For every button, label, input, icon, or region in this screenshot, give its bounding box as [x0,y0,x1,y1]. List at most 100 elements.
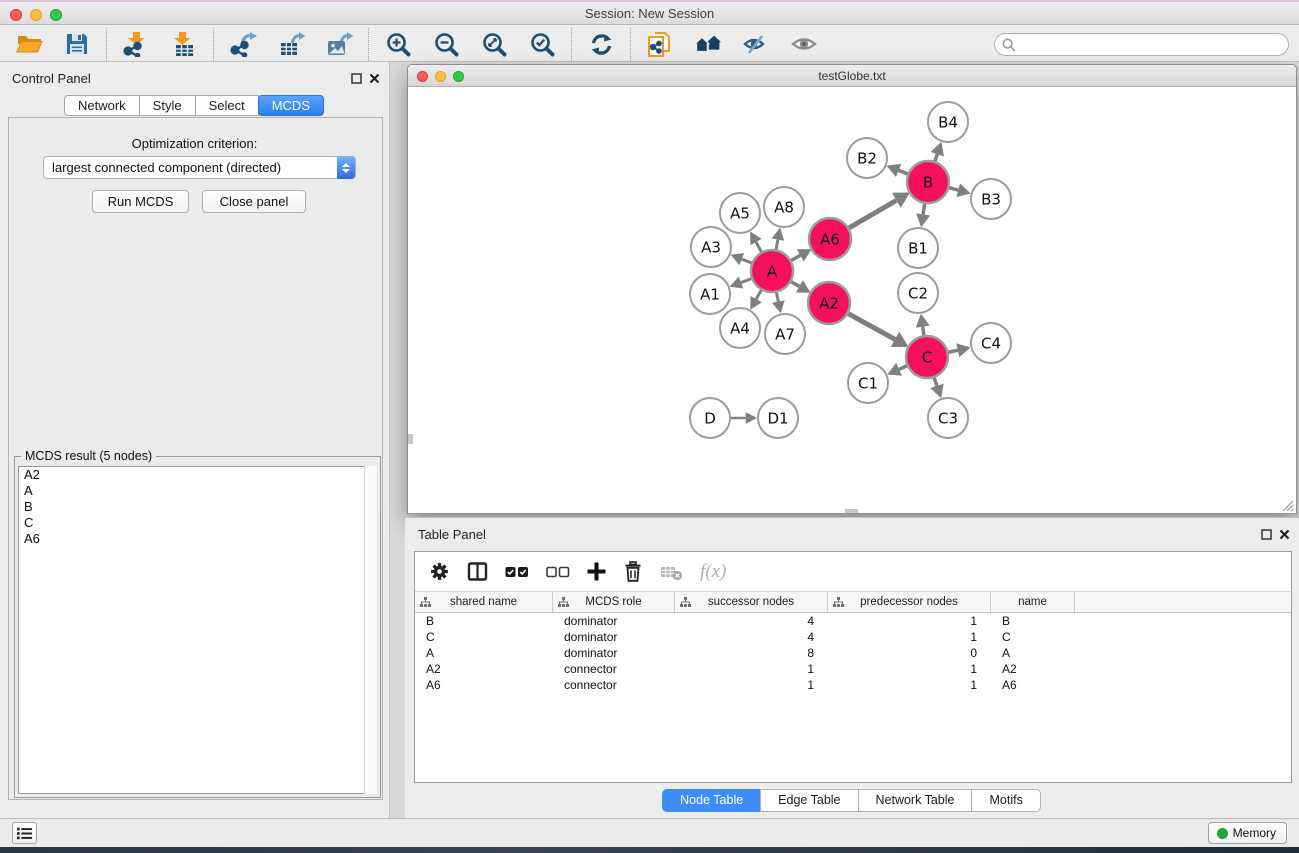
edge-C-C4[interactable] [948,350,958,352]
cell-successor-nodes[interactable]: 1 [675,661,828,677]
cell-successor-nodes[interactable]: 4 [675,629,828,645]
result-item[interactable]: A6 [19,531,376,547]
hide-details-button[interactable] [742,30,770,58]
birdseye-view-button[interactable] [790,30,818,58]
refresh-button[interactable] [587,30,615,58]
cell-predecessor-nodes[interactable]: 1 [828,629,991,645]
panel-splitter[interactable] [390,62,405,818]
edge-A-A8[interactable] [776,240,778,251]
cell-predecessor-nodes[interactable]: 1 [828,613,991,629]
zoom-in-button[interactable] [384,30,412,58]
column-header-shared-name[interactable]: shared name [415,592,553,612]
cell-name[interactable]: A6 [991,677,1075,693]
edge-C-C1[interactable] [899,365,908,369]
cell-successor-nodes[interactable]: 1 [675,677,828,693]
edge-A-A5[interactable] [756,242,762,253]
table-settings-button[interactable] [429,561,450,582]
column-header-MCDS-role[interactable]: MCDS role [553,592,675,612]
export-network-button[interactable] [229,30,257,58]
edge-A-A3[interactable] [742,259,753,263]
canvas-vscroll-hint[interactable] [408,434,413,444]
tab-style[interactable]: Style [139,95,196,116]
search-input[interactable] [994,33,1289,56]
edge-A-A6[interactable] [790,255,800,260]
tab-motifs[interactable]: Motifs [971,789,1040,812]
edge-A6-B[interactable] [848,200,896,228]
edge-B-B2[interactable] [899,170,909,174]
result-item[interactable]: B [19,499,376,515]
result-scrollbar[interactable] [364,466,377,794]
task-history-button[interactable] [12,822,37,844]
tab-node-table[interactable]: Node Table [662,789,761,812]
delete-columns-button[interactable] [623,561,643,582]
cell-shared-name[interactable]: C [415,629,553,645]
run-mcds-button[interactable]: Run MCDS [92,190,189,213]
export-table-button[interactable] [277,30,305,58]
cell-predecessor-nodes[interactable]: 0 [828,645,991,661]
column-header-name[interactable]: name [991,592,1075,612]
criterion-select[interactable]: largest connected component (directed) [43,156,356,179]
cell-successor-nodes[interactable]: 8 [675,645,828,661]
table-close-button[interactable] [1277,527,1291,541]
result-item[interactable]: A2 [19,467,376,483]
table-row[interactable]: A2connector11A2 [415,661,1291,677]
save-session-button[interactable] [63,30,91,58]
network-window-titlebar[interactable]: testGlobe.txt [408,65,1296,87]
home-panels-button[interactable] [694,30,722,58]
cell-MCDS-role[interactable]: connector [553,661,675,677]
table-row[interactable]: A6connector11A6 [415,677,1291,693]
result-item[interactable]: C [19,515,376,531]
network-canvas[interactable]: B4B2BB3A8A5A6A3B1AA1C2A2A4A7C4CC1C3DD1 [408,87,1296,514]
table-row[interactable]: Bdominator41B [415,613,1291,629]
close-panel-action-button[interactable]: Close panel [202,190,306,213]
zoom-fit-button[interactable] [480,30,508,58]
resize-grip-icon[interactable] [1281,499,1294,512]
canvas-hscroll-hint[interactable] [845,509,858,513]
edge-A-A7[interactable] [776,292,778,302]
table-row[interactable]: Cdominator41C [415,629,1291,645]
edge-A2-C[interactable] [847,313,895,339]
cell-predecessor-nodes[interactable]: 1 [828,661,991,677]
edge-C-C3[interactable] [934,377,937,386]
cell-successor-nodes[interactable]: 4 [675,613,828,629]
import-network-button[interactable] [122,30,150,58]
edge-B-B3[interactable] [948,187,958,190]
cell-MCDS-role[interactable]: dominator [553,645,675,661]
zoom-selected-button[interactable] [528,30,556,58]
cell-name[interactable]: A2 [991,661,1075,677]
export-image-button[interactable] [325,30,353,58]
cell-MCDS-role[interactable]: dominator [553,629,675,645]
cell-MCDS-role[interactable]: connector [553,677,675,693]
cell-shared-name[interactable]: A2 [415,661,553,677]
edge-A-A2[interactable] [790,281,799,286]
edge-C-C2[interactable] [923,327,924,337]
show-column-panel-button[interactable] [467,562,488,581]
unselect-all-columns-button[interactable] [546,566,570,578]
edge-A-A4[interactable] [756,289,762,299]
clone-network-button[interactable] [646,30,674,58]
create-column-button[interactable] [587,562,606,581]
float-panel-button[interactable] [349,71,363,85]
column-header-predecessor-nodes[interactable]: predecessor nodes [828,592,991,612]
cell-MCDS-role[interactable]: dominator [553,613,675,629]
select-all-columns-button[interactable] [505,566,529,578]
cell-shared-name[interactable]: B [415,613,553,629]
tab-network[interactable]: Network [64,95,140,116]
tab-network-table[interactable]: Network Table [858,789,973,812]
cell-name[interactable]: B [991,613,1075,629]
cell-shared-name[interactable]: A6 [415,677,553,693]
cell-shared-name[interactable]: A [415,645,553,661]
tab-edge-table[interactable]: Edge Table [760,789,858,812]
tab-mcds[interactable]: MCDS [258,95,324,116]
close-panel-button[interactable] [367,71,381,85]
cell-predecessor-nodes[interactable]: 1 [828,677,991,693]
edge-B-B1[interactable] [923,203,925,215]
tab-select[interactable]: Select [195,95,259,116]
open-session-button[interactable] [15,30,43,58]
result-item[interactable]: A [19,483,376,499]
network-graph[interactable]: B4B2BB3A8A5A6A3B1AA1C2A2A4A7C4CC1C3DD1 [408,87,1296,514]
memory-button[interactable]: Memory [1208,822,1287,844]
column-header-successor-nodes[interactable]: successor nodes [675,592,828,612]
zoom-out-button[interactable] [432,30,460,58]
table-float-button[interactable] [1259,527,1273,541]
